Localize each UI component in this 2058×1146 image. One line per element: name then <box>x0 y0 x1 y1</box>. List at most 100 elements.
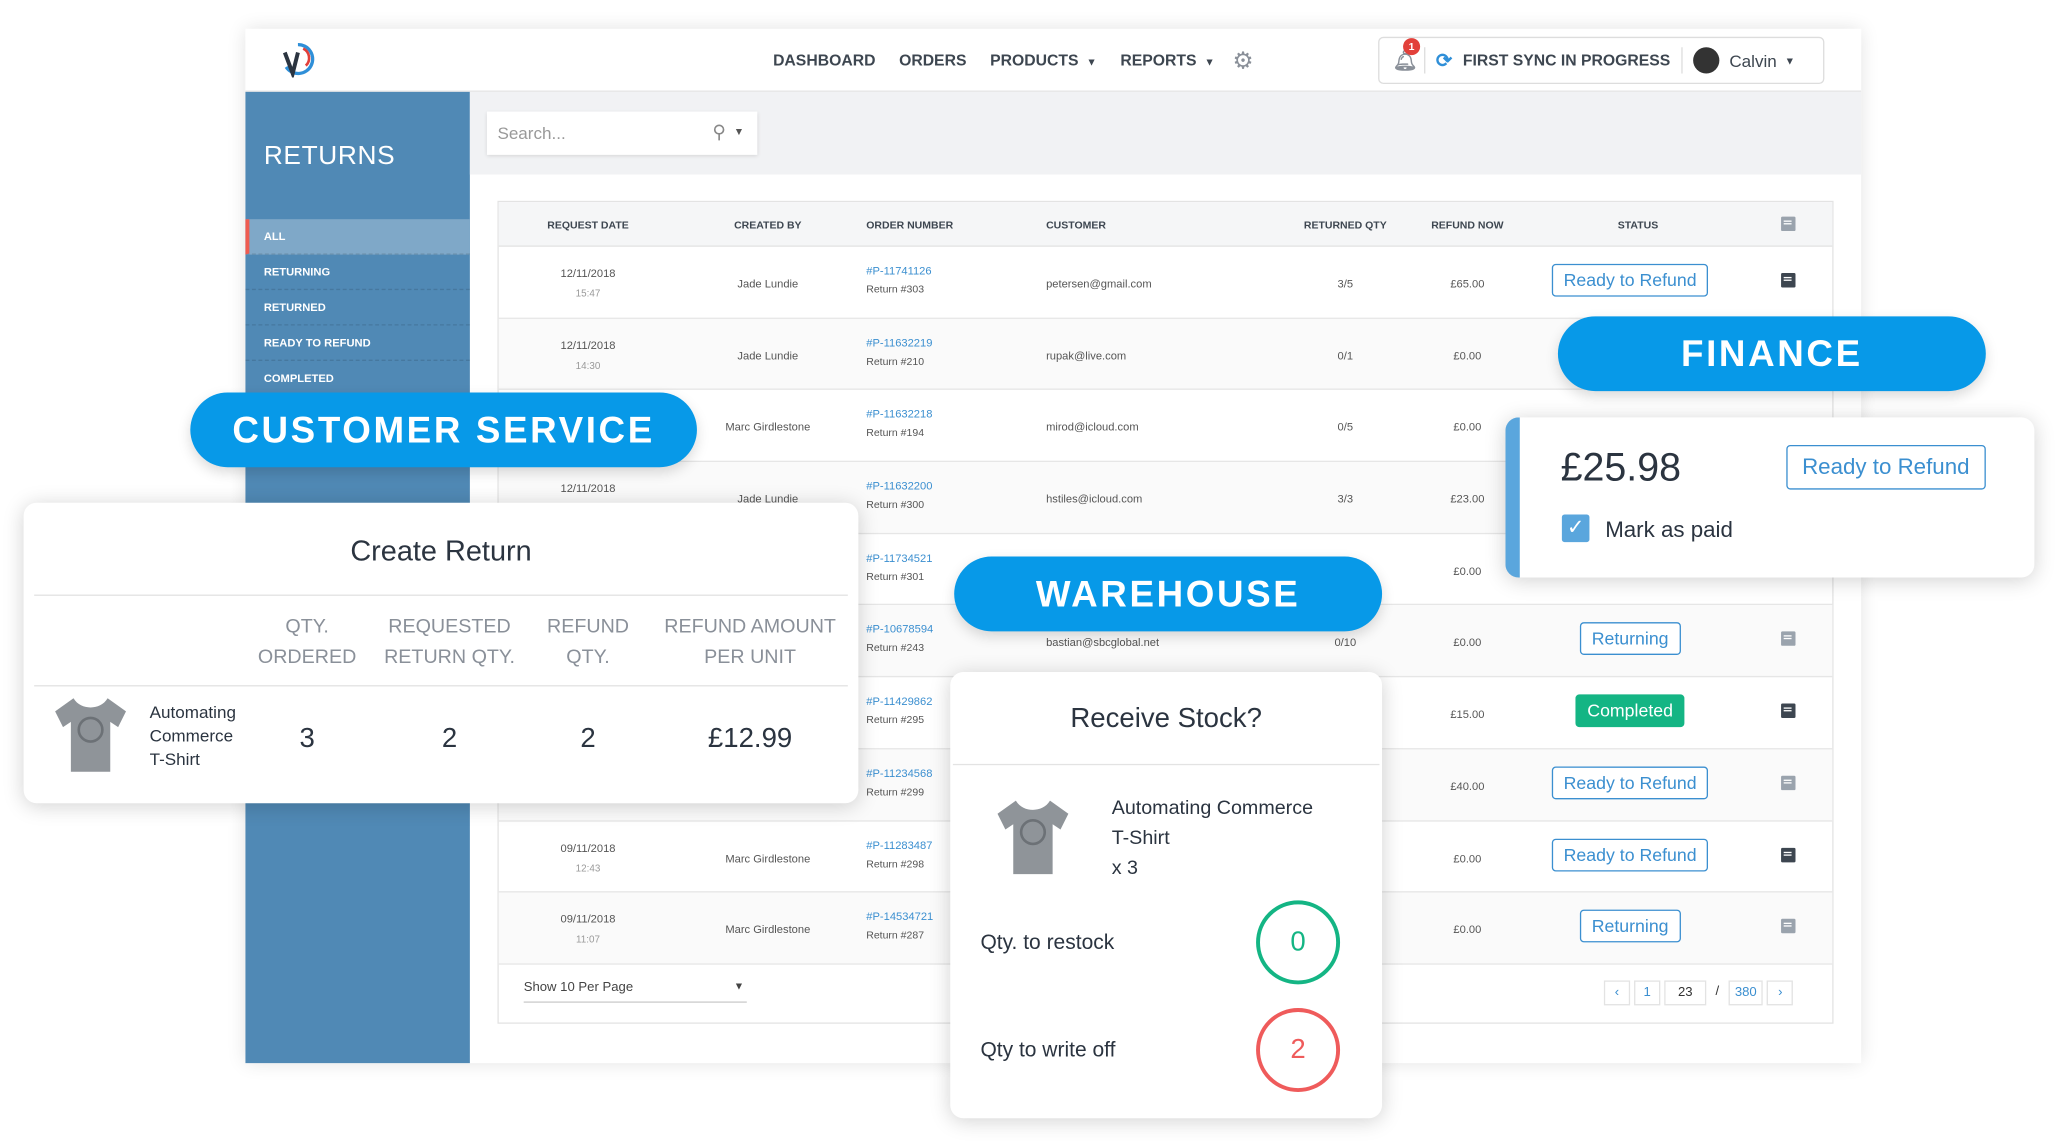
refund-amount: £25.98 <box>1560 446 1682 490</box>
writeoff-qty[interactable]: 2 <box>1256 1008 1341 1092</box>
comment-icon[interactable] <box>1781 775 1796 790</box>
chevron-down-icon[interactable]: ▼ <box>734 126 744 138</box>
order-number-link[interactable]: #P-14534721 <box>866 910 933 923</box>
header-refund-now[interactable]: REFUND NOW <box>1431 219 1503 231</box>
per-page-label: Show 10 Per Page <box>523 980 634 995</box>
nav-orders[interactable]: ORDERS <box>899 51 966 69</box>
search-input[interactable]: Search... ⚲ ▼ <box>486 111 758 155</box>
header-request-date[interactable]: REQUEST DATE <box>547 219 628 231</box>
sidebar-item-returned[interactable]: RETURNED <box>245 290 470 326</box>
returned-qty: 0/5 <box>1337 420 1354 434</box>
last-page-button[interactable]: 380 <box>1728 980 1764 1006</box>
receive-stock-card: Receive Stock? Automating Commerce T-Shi… <box>950 672 1383 1119</box>
created-by: Jade Lundie <box>737 276 799 291</box>
create-return-title: Create Return <box>350 534 532 567</box>
comment-icon[interactable] <box>1781 847 1796 862</box>
warehouse-label: WAREHOUSE <box>954 556 1383 632</box>
order-number-link[interactable]: #P-11234568 <box>866 766 932 779</box>
header-order-number[interactable]: ORDER NUMBER <box>866 219 953 231</box>
created-by: Marc Girdlestone <box>725 922 811 937</box>
refund-now: £0.00 <box>1453 851 1482 865</box>
return-number: Return #299 <box>866 785 925 798</box>
table-row[interactable]: 12/11/2018 15:47 Jade Lundie #P-11741126 Ret… <box>498 247 1833 319</box>
order-number-link[interactable]: #P-10678594 <box>866 623 933 636</box>
writeoff-label: Qty to write off <box>980 1039 1116 1062</box>
comment-icon[interactable] <box>1781 918 1796 934</box>
restock-qty[interactable]: 0 <box>1256 900 1341 985</box>
order-number-link[interactable]: #P-11734521 <box>866 551 932 564</box>
restock-label: Qty. to restock <box>980 931 1115 955</box>
page-separator: / <box>1715 984 1720 999</box>
sidebar-item-all[interactable]: ALL <box>245 219 470 255</box>
chevron-down-icon[interactable]: ▼ <box>1785 54 1795 66</box>
current-page-input[interactable]: 23 <box>1664 980 1707 1006</box>
refund-amount-per-unit[interactable]: £12.99 <box>654 723 847 755</box>
avatar[interactable] <box>1692 47 1719 74</box>
refund-qty[interactable]: 2 <box>522 723 653 755</box>
request-date: 12/11/2018 <box>560 266 616 280</box>
header-created-by[interactable]: CREATED BY <box>734 219 801 231</box>
sidebar-title: RETURNS <box>263 141 396 171</box>
qty-ordered: 3 <box>299 723 315 754</box>
refund-now: £0.00 <box>1453 922 1482 937</box>
order-number-link[interactable]: #P-11632219 <box>866 336 932 349</box>
requested-return-qty[interactable]: 2 <box>368 723 532 755</box>
customer-service-label: CUSTOMER SERVICE <box>190 392 697 468</box>
comment-icon[interactable] <box>1781 703 1796 719</box>
return-number: Return #303 <box>866 283 925 296</box>
search-area: Search... ⚲ ▼ <box>469 91 1862 175</box>
header-status[interactable]: STATUS <box>1618 219 1658 231</box>
next-page-button[interactable]: › <box>1767 980 1794 1006</box>
request-date: 12/11/2018 <box>560 481 616 495</box>
order-number-link[interactable]: #P-11283487 <box>866 838 932 851</box>
ready-to-refund-button[interactable]: Ready to Refund <box>1786 444 1986 490</box>
comment-icon[interactable] <box>1781 273 1796 288</box>
refund-now: £40.00 <box>1450 779 1485 793</box>
refund-now: £0.00 <box>1453 564 1482 578</box>
per-page-select[interactable]: Show 10 Per Page ▼ <box>523 980 747 1003</box>
nav-dashboard[interactable]: DASHBOARD <box>773 51 875 69</box>
status-button[interactable]: Ready to Refund <box>1551 766 1709 800</box>
user-menu[interactable]: Calvin <box>1729 51 1776 71</box>
header-returned-qty[interactable]: RETURNED QTY <box>1304 219 1387 231</box>
first-page-button[interactable]: 1 <box>1634 980 1661 1006</box>
header-qty-ordered: QTY. ORDERED <box>257 615 357 669</box>
return-number: Return #295 <box>866 714 925 726</box>
order-number-link[interactable]: #P-11632218 <box>866 407 932 420</box>
prev-page-button[interactable]: ‹ <box>1603 980 1631 1006</box>
order-number-link[interactable]: #P-11741126 <box>866 264 931 277</box>
bell-icon[interactable]: 🔔︎ 1 <box>1393 38 1421 72</box>
returned-qty: 0/10 <box>1334 635 1357 649</box>
sidebar-item-returning[interactable]: RETURNING <box>245 255 470 291</box>
status-button[interactable]: Ready to Refund <box>1551 838 1709 871</box>
status-button[interactable]: Returning <box>1579 909 1681 943</box>
created-by: Marc Girdlestone <box>725 420 811 434</box>
request-time: 12:43 <box>575 861 601 874</box>
order-number-link[interactable]: #P-11632200 <box>866 479 932 492</box>
status-button[interactable]: Returning <box>1579 622 1681 656</box>
status-button[interactable]: Ready to Refund <box>1551 263 1709 297</box>
search-placeholder: Search... <box>497 123 566 144</box>
search-icon[interactable]: ⚲ <box>712 121 725 143</box>
comment-icon <box>1781 216 1796 231</box>
status-button[interactable]: Completed <box>1575 694 1685 728</box>
gear-icon[interactable]: ⚙ <box>1232 47 1253 75</box>
request-date: 09/11/2018 <box>560 912 616 926</box>
divider <box>1424 47 1426 74</box>
sidebar-item-ready-to-refund[interactable]: READY TO REFUND <box>245 326 470 361</box>
chevron-down-icon: ▼ <box>1204 56 1215 69</box>
tshirt-image <box>992 795 1073 879</box>
logo-icon[interactable] <box>280 41 317 78</box>
create-return-card: Create Return QTY. ORDERED REQUESTED RET… <box>23 502 859 804</box>
refund-now: £0.00 <box>1453 635 1482 649</box>
pagination: ‹ 1 23 / 380 › <box>1603 980 1794 1006</box>
request-time: 15:47 <box>575 287 601 300</box>
sidebar-item-completed[interactable]: COMPLETED <box>245 361 470 397</box>
comment-icon[interactable] <box>1781 631 1796 647</box>
order-number-link[interactable]: #P-11429862 <box>866 694 932 707</box>
header-customer[interactable]: CUSTOMER <box>1046 219 1106 231</box>
nav-reports[interactable]: REPORTS ▼ <box>1120 51 1214 69</box>
top-bar: DASHBOARD ORDERS PRODUCTS ▼ REPORTS ▼ ⚙ 🔔︎… <box>245 28 1862 92</box>
nav-products[interactable]: PRODUCTS ▼ <box>990 51 1097 69</box>
mark-paid-checkbox[interactable]: ✓ <box>1561 514 1590 543</box>
